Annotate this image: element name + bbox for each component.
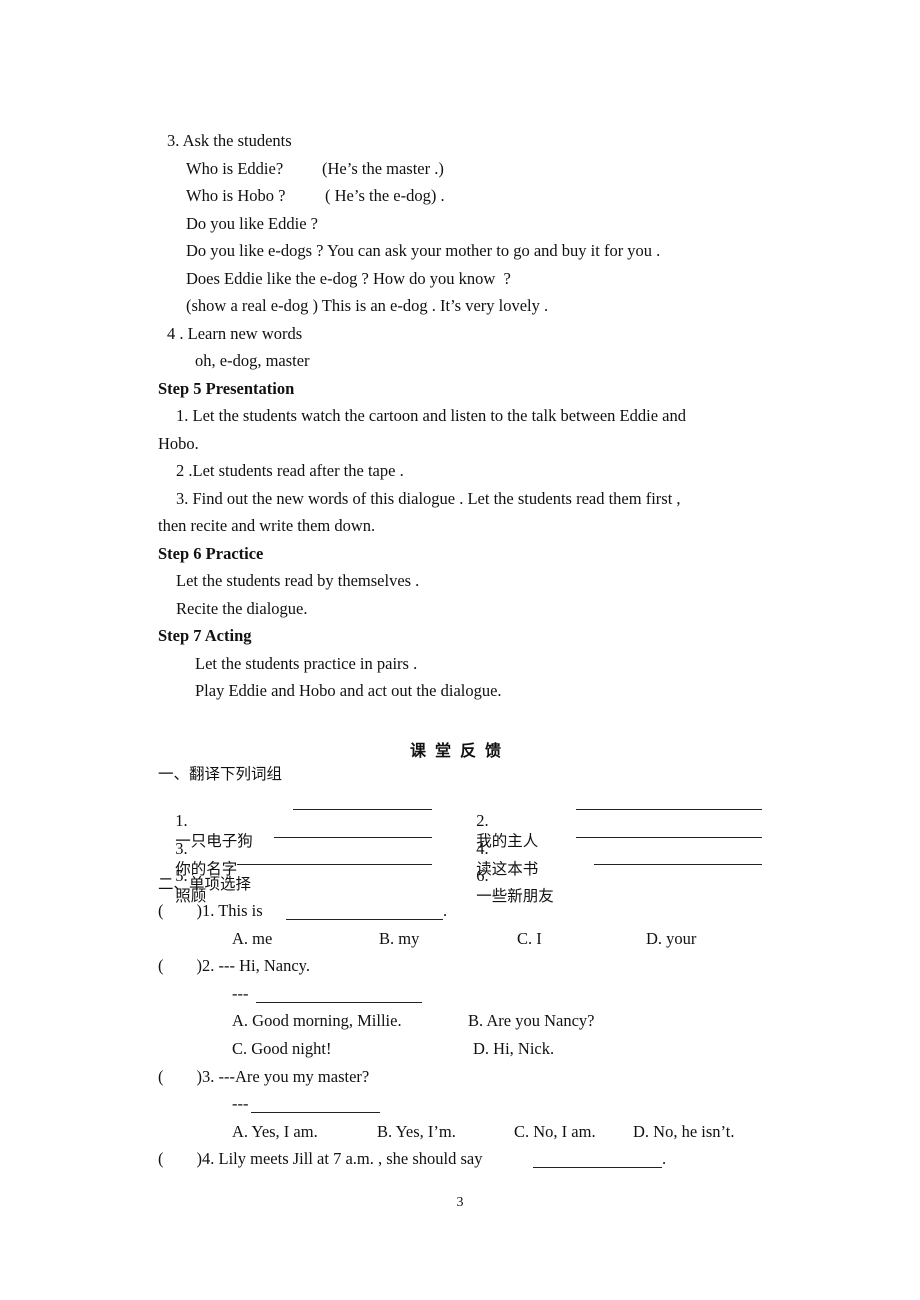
answer-blank[interactable] bbox=[274, 822, 432, 838]
answer-paren[interactable]: ( ) bbox=[158, 901, 202, 921]
option-b: B. Are you Nancy? bbox=[468, 1011, 595, 1030]
reply-dashes: --- bbox=[232, 984, 249, 1003]
step5-item3-cont: then recite and write them down. bbox=[158, 516, 376, 535]
step7-line: Play Eddie and Hobo and act out the dial… bbox=[195, 681, 502, 700]
ask-question: Who is Eddie? bbox=[186, 159, 284, 178]
step5-item1-cont: Hobo. bbox=[158, 434, 199, 453]
reply-blank[interactable] bbox=[256, 987, 422, 1003]
answer-blank[interactable] bbox=[576, 794, 762, 810]
question-stem: 2. --- Hi, Nancy. bbox=[202, 956, 310, 975]
option-b: B. Yes, I’m. bbox=[377, 1122, 456, 1141]
learn-heading: 4 . Learn new words bbox=[167, 324, 303, 343]
page-number: 3 bbox=[456, 1195, 464, 1210]
question-stem: 4. Lily meets Jill at 7 a.m. , she shoul… bbox=[202, 1149, 483, 1168]
question-tail: . bbox=[662, 1149, 667, 1168]
question-stem: 3. ---Are you my master? bbox=[202, 1067, 370, 1086]
reply-blank[interactable] bbox=[251, 1097, 380, 1113]
ask-answer: ( He’s the e-dog) . bbox=[325, 186, 445, 205]
answer-paren[interactable]: ( ) bbox=[158, 1067, 202, 1087]
step6-line: Let the students read by themselves . bbox=[176, 571, 420, 590]
question-blank[interactable] bbox=[533, 1152, 662, 1168]
step6-line: Recite the dialogue. bbox=[176, 599, 308, 618]
question-tail: . bbox=[443, 901, 448, 920]
step5-heading: Step 5 Presentation bbox=[158, 379, 295, 398]
step7-line: Let the students practice in pairs . bbox=[195, 654, 418, 673]
ask-heading: 3. Ask the students bbox=[167, 131, 292, 150]
step7-heading: Step 7 Acting bbox=[158, 626, 252, 645]
ask-question: (show a real e-dog ) This is an e-dog . … bbox=[186, 296, 549, 315]
ask-answer: (He’s the master .) bbox=[322, 159, 444, 178]
option-d: D. No, he isn’t. bbox=[633, 1122, 735, 1141]
option-c: C. Good night! bbox=[232, 1039, 332, 1058]
option-a: A. me bbox=[232, 929, 273, 948]
ask-question: Do you like Eddie ? bbox=[186, 214, 318, 233]
step5-item2: 2 .Let students read after the tape . bbox=[176, 461, 404, 480]
step5-item1: 1. Let the students watch the cartoon an… bbox=[176, 406, 686, 425]
answer-blank[interactable] bbox=[576, 822, 762, 838]
answer-paren[interactable]: ( ) bbox=[158, 956, 202, 976]
feedback-title: 课堂反馈 bbox=[409, 741, 510, 760]
part1-heading: 一、翻译下列词组 bbox=[158, 765, 283, 783]
option-d: D. Hi, Nick. bbox=[473, 1039, 555, 1058]
answer-blank[interactable] bbox=[293, 794, 432, 810]
option-a: A. Yes, I am. bbox=[232, 1122, 318, 1141]
learn-words: oh, e-dog, master bbox=[195, 351, 310, 370]
item-number: 6. bbox=[476, 866, 489, 885]
step6-heading: Step 6 Practice bbox=[158, 544, 264, 563]
step5-item3: 3. Find out the new words of this dialog… bbox=[176, 489, 681, 508]
ask-question: Do you like e-dogs ? You can ask your mo… bbox=[186, 241, 661, 260]
option-b: B. my bbox=[379, 929, 420, 948]
item-text: 一些新朋友 bbox=[476, 887, 554, 905]
option-c: C. No, I am. bbox=[514, 1122, 596, 1141]
answer-blank[interactable] bbox=[237, 849, 432, 865]
answer-paren[interactable]: ( ) bbox=[158, 1149, 202, 1169]
option-c: C. I bbox=[517, 929, 542, 948]
option-a: A. Good morning, Millie. bbox=[232, 1011, 402, 1030]
translate-item: 6. 一些新朋友 bbox=[468, 846, 554, 906]
reply-dashes: --- bbox=[232, 1094, 249, 1113]
option-d: D. your bbox=[646, 929, 697, 948]
part2-heading: 二、单项选择 bbox=[158, 875, 252, 893]
question-stem: 1. This is bbox=[202, 901, 263, 920]
question-blank[interactable] bbox=[286, 904, 443, 920]
ask-question: Does Eddie like the e-dog ? How do you k… bbox=[186, 269, 511, 288]
answer-blank[interactable] bbox=[594, 849, 762, 865]
ask-question: Who is Hobo ? bbox=[186, 186, 286, 205]
